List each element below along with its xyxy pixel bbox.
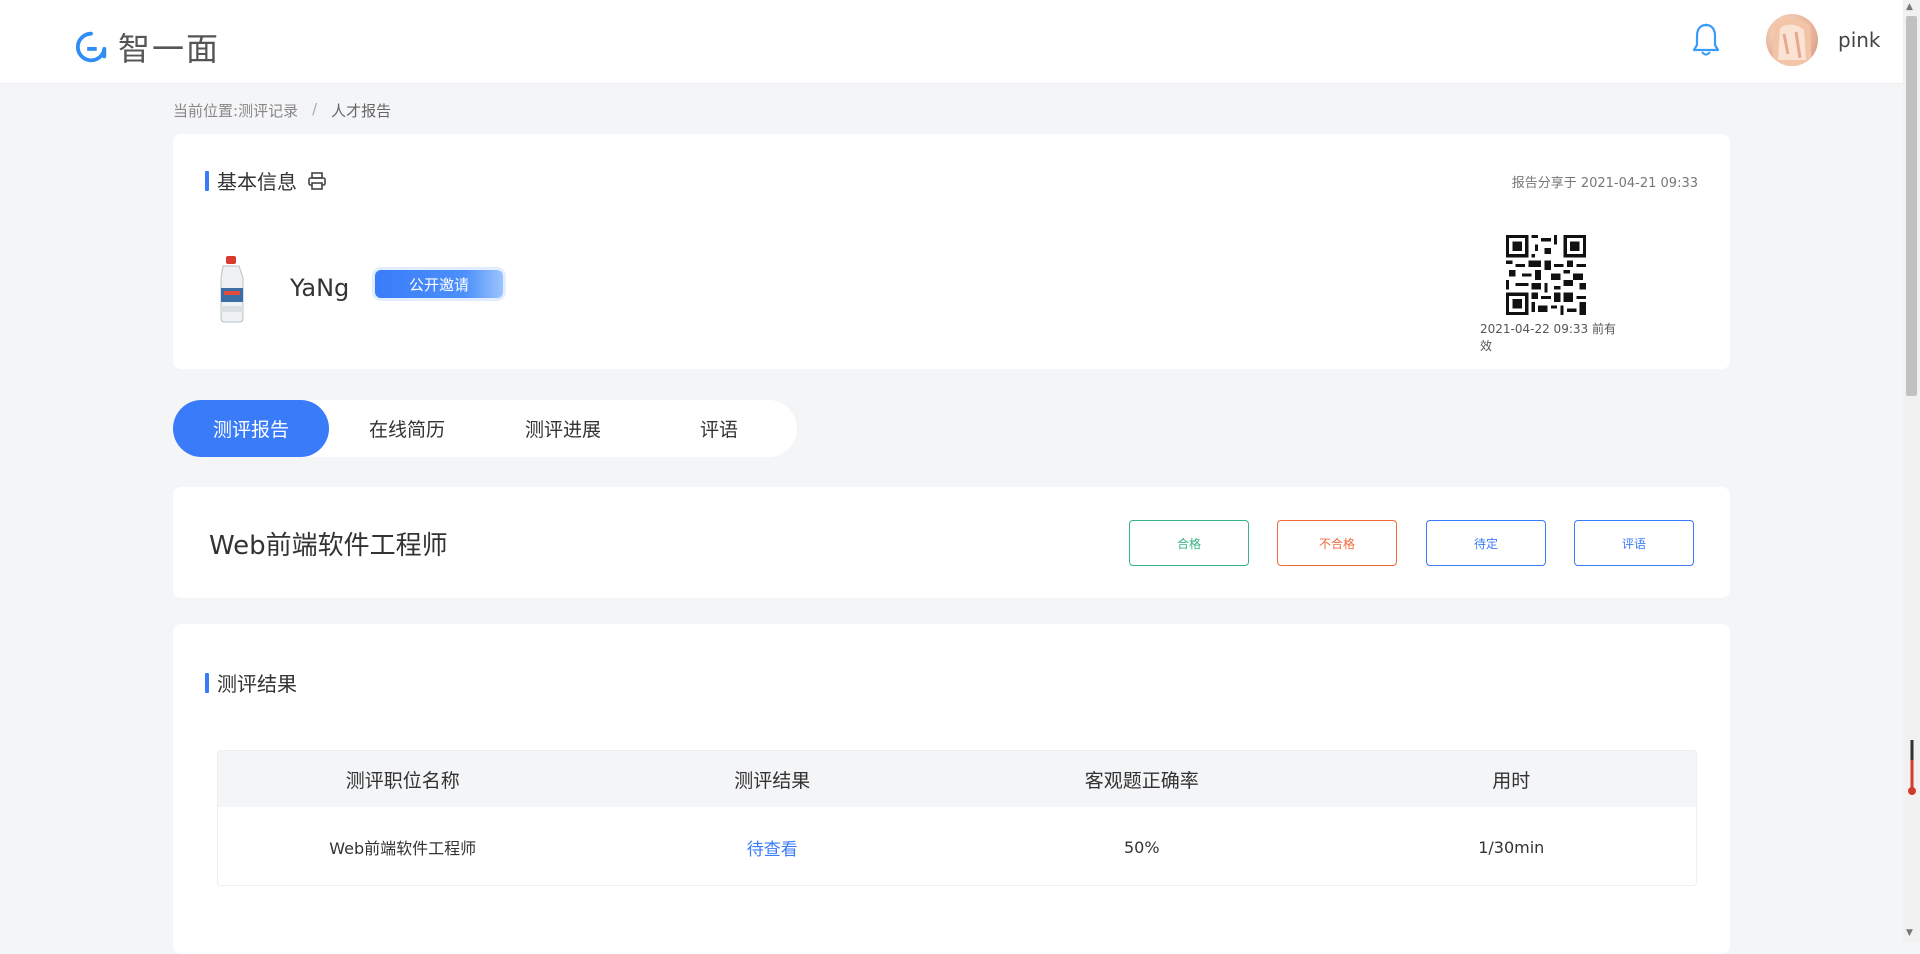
breadcrumb-item-report: 人才报告 [331, 102, 392, 120]
table-header: 测评职位名称 测评结果 客观题正确率 用时 [218, 751, 1696, 807]
column-header-result: 测评结果 [734, 769, 811, 792]
assessment-result-card: 测评结果 测评职位名称 测评结果 客观题正确率 用时 Web前端软件工程师 待查… [173, 624, 1730, 954]
report-tabs: 测评报告 在线简历 测评进展 评语 [173, 400, 797, 457]
qr-code-icon[interactable] [1506, 235, 1586, 315]
avatar-illustration-icon [1772, 17, 1812, 66]
column-header-position: 测评职位名称 [345, 769, 460, 792]
tab-comments[interactable]: 评语 [641, 400, 797, 457]
column-header-accuracy: 客观题正确率 [1084, 769, 1199, 792]
basic-info-card: 基本信息 报告分享于 2021-04-21 09:33 YaNg 公开邀请 20… [173, 134, 1730, 369]
candidate-name: YaNg [290, 274, 350, 302]
thermometer-icon [1908, 740, 1916, 795]
position-title: Web前端软件工程师 [209, 531, 448, 561]
logo-text: 智一面 [118, 30, 221, 68]
result-table: 测评职位名称 测评结果 客观题正确率 用时 Web前端软件工程师 待查看 50%… [217, 750, 1697, 886]
cell-duration: 1/30min [1478, 837, 1545, 857]
username-label[interactable]: pink [1838, 28, 1881, 52]
scroll-down-icon[interactable]: ▼ [1906, 928, 1913, 938]
bell-icon[interactable] [1690, 22, 1722, 58]
candidate-avatar [220, 256, 244, 323]
logo-mark-icon [75, 31, 107, 63]
result-title: 测评结果 [205, 668, 297, 697]
top-navbar: 智一面 pink [0, 0, 1903, 84]
fail-button[interactable]: 不合格 [1277, 520, 1397, 566]
user-avatar[interactable] [1766, 14, 1818, 66]
basic-info-title-text: 基本信息 [217, 170, 297, 194]
tab-online-resume[interactable]: 在线简历 [329, 400, 485, 457]
breadcrumb: 当前位置: 测评记录 / 人才报告 [173, 100, 391, 121]
tab-assessment-report[interactable]: 测评报告 [173, 400, 329, 457]
comment-button[interactable]: 评语 [1574, 520, 1694, 566]
basic-info-title: 基本信息 [205, 166, 327, 195]
title-accent-bar [205, 170, 209, 191]
cell-result-link[interactable]: 待查看 [588, 835, 958, 860]
position-card: Web前端软件工程师 合格 不合格 待定 评语 [173, 487, 1730, 598]
print-icon[interactable] [307, 171, 327, 191]
breadcrumb-item-records[interactable]: 测评记录 [238, 100, 298, 121]
cell-position: Web前端软件工程师 [329, 839, 477, 858]
pass-button[interactable]: 合格 [1129, 520, 1249, 566]
scroll-up-icon[interactable]: ▲ [1906, 2, 1913, 12]
result-title-text: 测评结果 [217, 672, 297, 696]
breadcrumb-prefix: 当前位置: [173, 102, 239, 120]
title-accent-bar [205, 672, 209, 693]
cell-accuracy: 50% [1123, 837, 1160, 857]
pending-button[interactable]: 待定 [1426, 520, 1546, 566]
table-row: Web前端软件工程师 待查看 50% 1/30min [218, 807, 1696, 885]
tab-assessment-progress[interactable]: 测评进展 [485, 400, 641, 457]
invite-type-badge: 公开邀请 [375, 270, 503, 298]
share-time: 报告分享于 2021-04-21 09:33 [1511, 176, 1698, 191]
breadcrumb-separator: / [312, 100, 318, 118]
column-header-duration: 用时 [1492, 769, 1531, 792]
scrollbar-thumb[interactable] [1906, 16, 1917, 396]
qr-valid-until: 2021-04-22 09:33 前有效 [1480, 322, 1616, 353]
app-logo[interactable]: 智一面 [72, 24, 220, 70]
